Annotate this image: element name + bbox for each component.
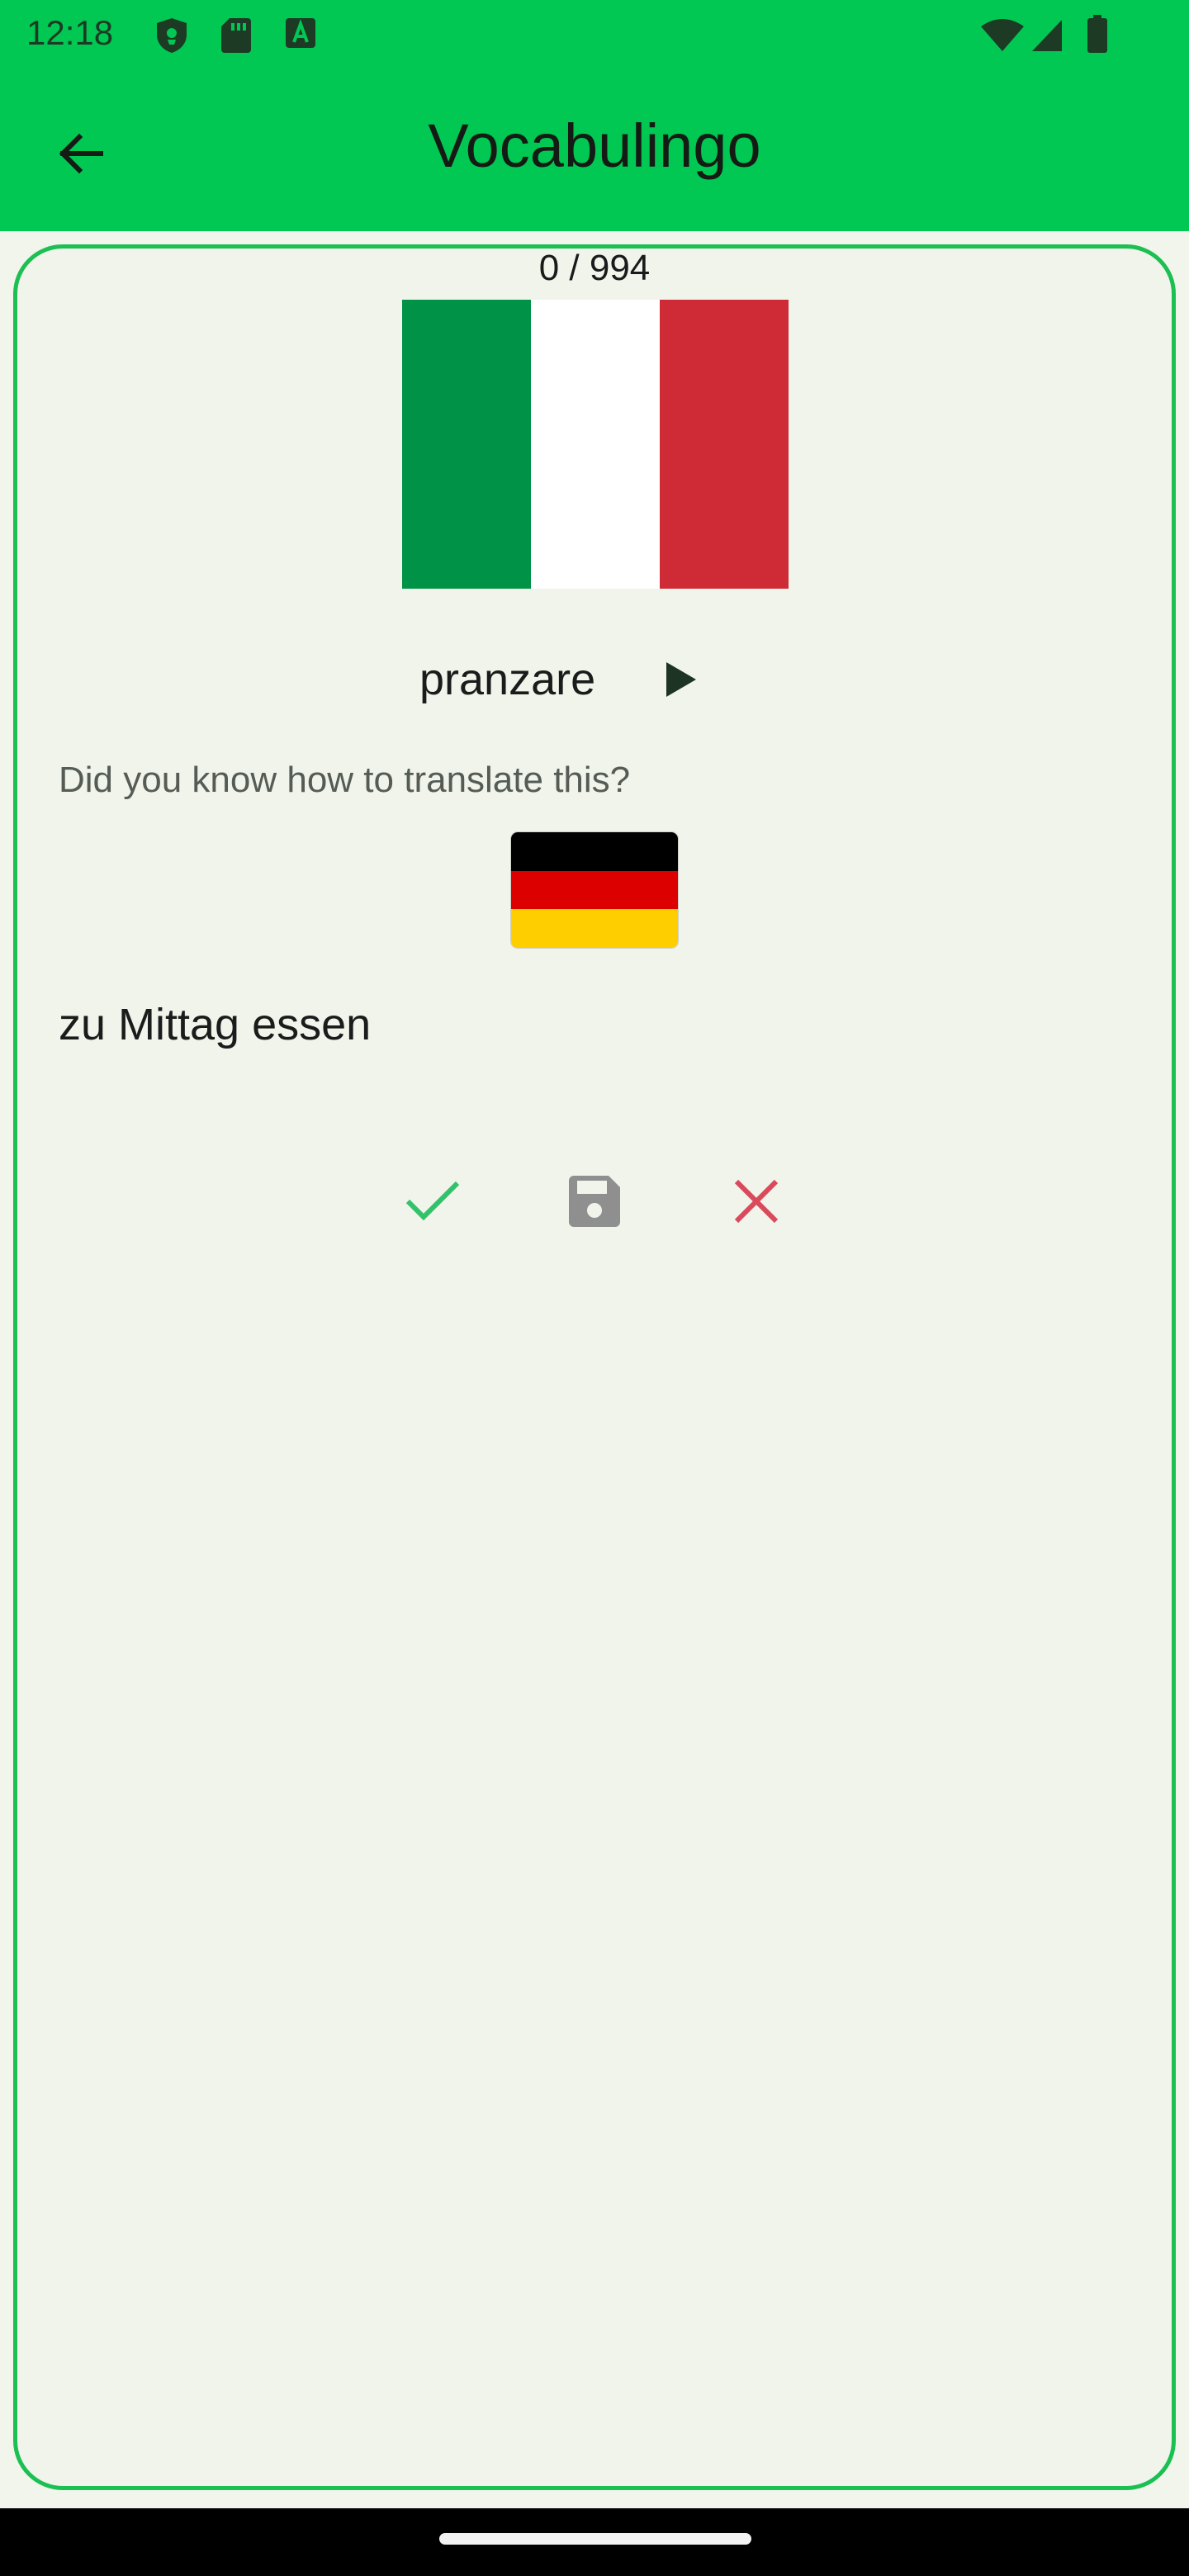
status-bar: 12:18 xyxy=(0,0,1189,69)
flag-stripe-red xyxy=(511,870,678,910)
home-gesture-handle[interactable] xyxy=(439,2533,751,2545)
translation-text: zu Mittag essen xyxy=(59,1000,372,1049)
signal-icon xyxy=(1030,18,1063,57)
app-title: Vocabulingo xyxy=(428,111,761,180)
germany-flag xyxy=(511,832,678,948)
progress-counter: 0 / 994 xyxy=(538,248,651,288)
save-icon xyxy=(569,1176,620,1227)
wifi-icon xyxy=(979,18,1026,57)
unknown-button[interactable] xyxy=(715,1160,798,1243)
screen: 12:18 Vocabulingo 0 / 994 pranzare Did y… xyxy=(0,0,1189,2576)
flag-stripe-gold xyxy=(511,909,678,948)
check-icon xyxy=(405,1181,460,1221)
battery-icon xyxy=(1087,15,1108,57)
known-button[interactable] xyxy=(391,1160,474,1243)
font-a-icon xyxy=(284,17,317,54)
flag-stripe-red xyxy=(660,300,789,589)
flag-stripe-white xyxy=(531,300,660,589)
italy-flag xyxy=(402,300,789,589)
play-icon xyxy=(666,662,696,697)
close-icon xyxy=(734,1179,779,1224)
flag-stripe-black xyxy=(511,832,678,871)
play-pronunciation-button[interactable] xyxy=(652,651,710,708)
foreign-word: pranzare xyxy=(419,655,596,704)
question-prompt: Did you know how to translate this? xyxy=(59,760,631,800)
save-button[interactable] xyxy=(553,1160,636,1243)
status-time: 12:18 xyxy=(26,13,114,52)
shield-icon xyxy=(154,17,190,59)
sd-card-icon xyxy=(220,17,253,57)
app-bar: Vocabulingo xyxy=(0,69,1189,231)
flag-stripe-green xyxy=(402,300,531,589)
